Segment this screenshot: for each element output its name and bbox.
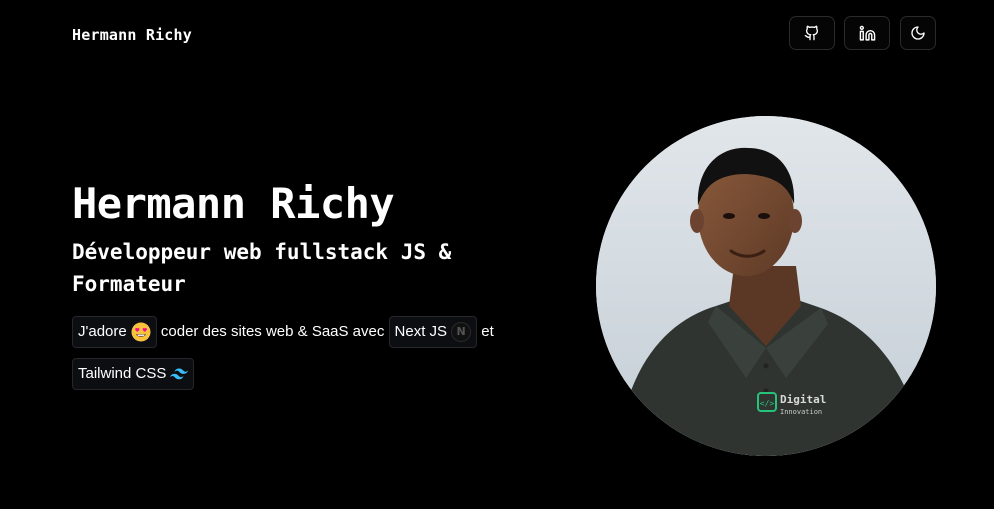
hero-name: Hermann Richy xyxy=(72,179,395,228)
github-icon xyxy=(804,25,820,41)
description-text-2: et xyxy=(481,323,494,341)
linkedin-button[interactable] xyxy=(844,16,890,50)
chip-nextjs: Next JS N xyxy=(388,316,478,349)
hero-role: Développeur web fullstack JS & Formateur xyxy=(72,240,452,296)
page: Hermann Richy Hermann Richy Développeur … xyxy=(0,0,994,509)
chip-tailwind: Tailwind CSS xyxy=(72,358,195,391)
chip-love-label: J'adore xyxy=(78,323,127,341)
chip-nextjs-label: Next JS xyxy=(394,323,448,341)
brand-name[interactable]: Hermann Richy xyxy=(72,26,192,44)
shirt-logo-line2: Innovation xyxy=(780,408,822,416)
nextjs-logo-icon: N xyxy=(451,322,472,343)
top-navigation: Hermann Richy xyxy=(0,0,994,70)
chip-love: J'adore xyxy=(72,316,157,349)
shirt-logo-line1: Digital xyxy=(780,393,826,406)
chip-tailwind-label: Tailwind CSS xyxy=(78,365,167,383)
profile-photo: </> Digital Innovation xyxy=(596,116,936,456)
tailwind-logo-icon xyxy=(170,359,189,389)
svg-text:</>: </> xyxy=(760,399,775,408)
description-text-1: coder des sites web & SaaS avec xyxy=(160,323,385,341)
theme-toggle-button[interactable] xyxy=(900,16,936,50)
linkedin-icon xyxy=(859,25,876,42)
hero-description: J'adore coder des sites web & SaaS avec … xyxy=(72,311,532,395)
github-button[interactable] xyxy=(789,16,835,50)
heart-eyes-emoji-icon xyxy=(131,322,151,342)
moon-icon xyxy=(910,25,926,41)
